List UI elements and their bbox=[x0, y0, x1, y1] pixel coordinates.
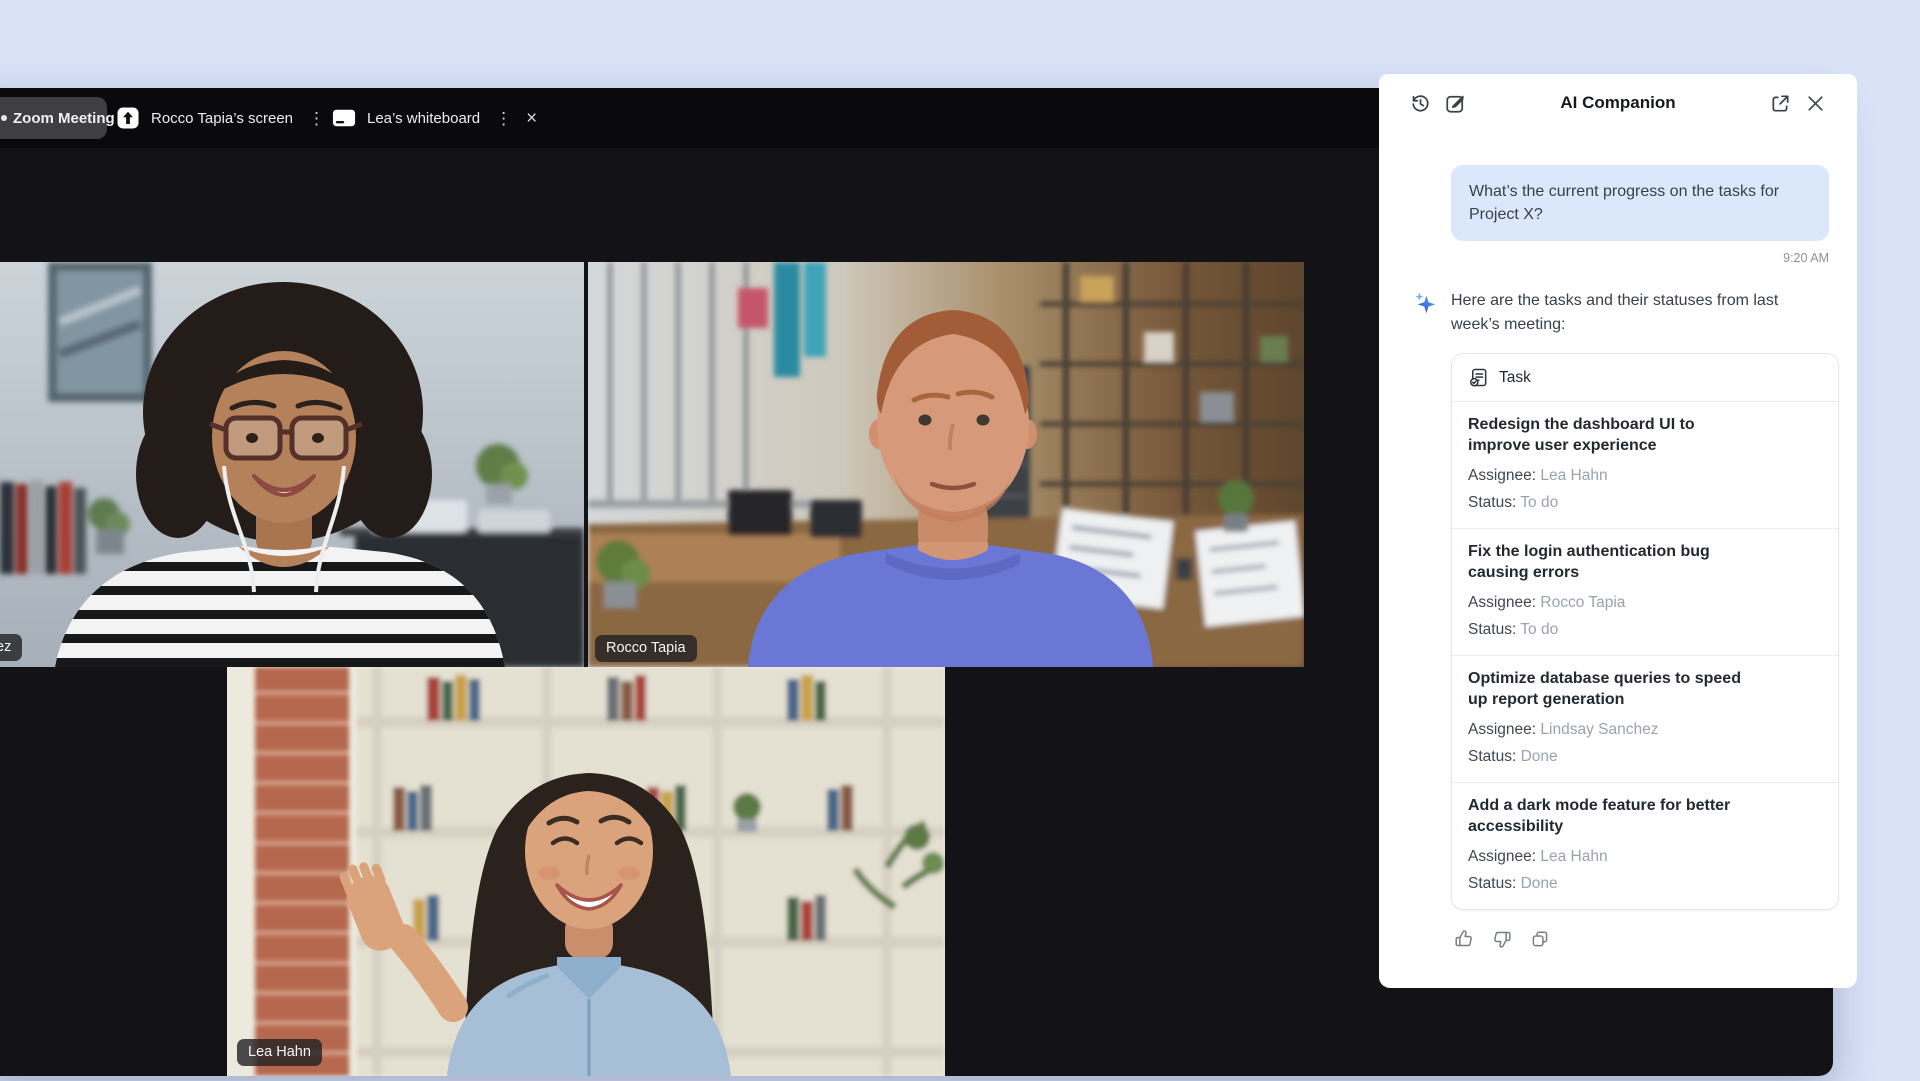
ai-companion-panel: AI Companion What’s the current progress… bbox=[1379, 74, 1857, 988]
pop-out-icon[interactable] bbox=[1769, 92, 1792, 115]
ai-panel-title: AI Companion bbox=[1467, 93, 1769, 113]
task-assignee-line: Assignee: Rocco Tapia bbox=[1468, 593, 1822, 613]
tab-rocco-screen-label: Rocco Tapia’s screen bbox=[151, 110, 293, 127]
whiteboard-icon bbox=[332, 106, 356, 130]
thumbs-up-icon[interactable] bbox=[1453, 928, 1475, 950]
ai-chat-area: What’s the current progress on the tasks… bbox=[1379, 132, 1857, 950]
tab-rocco-screen[interactable]: Rocco Tapia’s screen ⋮ × bbox=[116, 88, 350, 148]
user-message-bubble: What’s the current progress on the tasks… bbox=[1451, 165, 1829, 241]
task-card-header: Task bbox=[1452, 354, 1838, 402]
task-assignee: Lea Hahn bbox=[1540, 848, 1607, 865]
video-tile-rocco[interactable]: Rocco Tapia bbox=[588, 262, 1304, 667]
task-status: Done bbox=[1521, 748, 1558, 765]
message-timestamp: 9:20 AM bbox=[1413, 251, 1829, 265]
task-card-header-label: Task bbox=[1499, 369, 1531, 387]
task-title: Fix the login authentication bug causing… bbox=[1468, 542, 1760, 584]
task-item: Add a dark mode feature for better acces… bbox=[1452, 783, 1838, 909]
ai-companion-sparkle-icon bbox=[1413, 291, 1437, 315]
copy-icon[interactable] bbox=[1529, 928, 1551, 950]
tab-lea-whiteboard-label: Lea’s whiteboard bbox=[367, 110, 480, 127]
tab-menu-icon[interactable]: ⋮ bbox=[495, 110, 512, 127]
task-status-line: Status: Done bbox=[1468, 747, 1822, 767]
participant-label-truncated: ez bbox=[0, 634, 22, 661]
task-card: Task Redesign the dashboard UI to improv… bbox=[1451, 353, 1839, 910]
video-tile-lindsay[interactable]: ez bbox=[0, 262, 584, 667]
tab-menu-icon[interactable]: ⋮ bbox=[308, 110, 325, 127]
video-tile-lea[interactable]: Lea Hahn bbox=[227, 667, 945, 1076]
screen-share-icon bbox=[116, 106, 140, 130]
task-status: To do bbox=[1520, 494, 1558, 511]
task-status: To do bbox=[1520, 621, 1558, 638]
task-assignee-line: Assignee: Lindsay Sanchez bbox=[1468, 720, 1822, 740]
assistant-message: Here are the tasks and their statuses fr… bbox=[1413, 289, 1829, 337]
task-clipboard-icon bbox=[1468, 367, 1489, 388]
history-icon[interactable] bbox=[1409, 92, 1432, 115]
task-assignee: Rocco Tapia bbox=[1540, 594, 1625, 611]
task-status-line: Status: Done bbox=[1468, 874, 1822, 894]
task-status: Done bbox=[1521, 875, 1558, 892]
assistant-intro-text: Here are the tasks and their statuses fr… bbox=[1451, 289, 1829, 337]
task-item: Fix the login authentication bug causing… bbox=[1452, 529, 1838, 656]
ai-panel-right-actions bbox=[1769, 92, 1827, 115]
thumbs-down-icon[interactable] bbox=[1491, 928, 1513, 950]
task-item: Optimize database queries to speed up re… bbox=[1452, 656, 1838, 783]
close-panel-icon[interactable] bbox=[1804, 92, 1827, 115]
participant-label: Lea Hahn bbox=[237, 1039, 322, 1066]
task-status-line: Status: To do bbox=[1468, 620, 1822, 640]
task-assignee: Lea Hahn bbox=[1540, 467, 1607, 484]
task-title: Optimize database queries to speed up re… bbox=[1468, 669, 1760, 711]
task-title: Add a dark mode feature for better acces… bbox=[1468, 796, 1760, 838]
task-item: Redesign the dashboard UI to improve use… bbox=[1452, 402, 1838, 529]
tab-close-icon[interactable]: × bbox=[526, 109, 537, 128]
new-chat-icon[interactable] bbox=[1444, 92, 1467, 115]
task-assignee: Lindsay Sanchez bbox=[1540, 721, 1658, 738]
meeting-dot-icon bbox=[1, 115, 7, 121]
tab-zoom-meeting[interactable]: Zoom Meeting bbox=[0, 97, 107, 139]
ai-panel-left-actions bbox=[1409, 92, 1467, 115]
ai-panel-header: AI Companion bbox=[1379, 74, 1857, 132]
task-status-line: Status: To do bbox=[1468, 493, 1822, 513]
rocco-video-art bbox=[588, 262, 1304, 667]
response-feedback-bar bbox=[1453, 928, 1829, 950]
participant-label: Rocco Tapia bbox=[595, 635, 697, 662]
tab-zoom-meeting-label: Zoom Meeting bbox=[13, 110, 115, 127]
task-assignee-line: Assignee: Lea Hahn bbox=[1468, 847, 1822, 867]
tab-lea-whiteboard[interactable]: Lea’s whiteboard ⋮ × bbox=[332, 88, 537, 148]
lea-video-art bbox=[227, 667, 945, 1076]
lindsay-video-art bbox=[0, 262, 584, 667]
task-title: Redesign the dashboard UI to improve use… bbox=[1468, 415, 1760, 457]
task-assignee-line: Assignee: Lea Hahn bbox=[1468, 466, 1822, 486]
